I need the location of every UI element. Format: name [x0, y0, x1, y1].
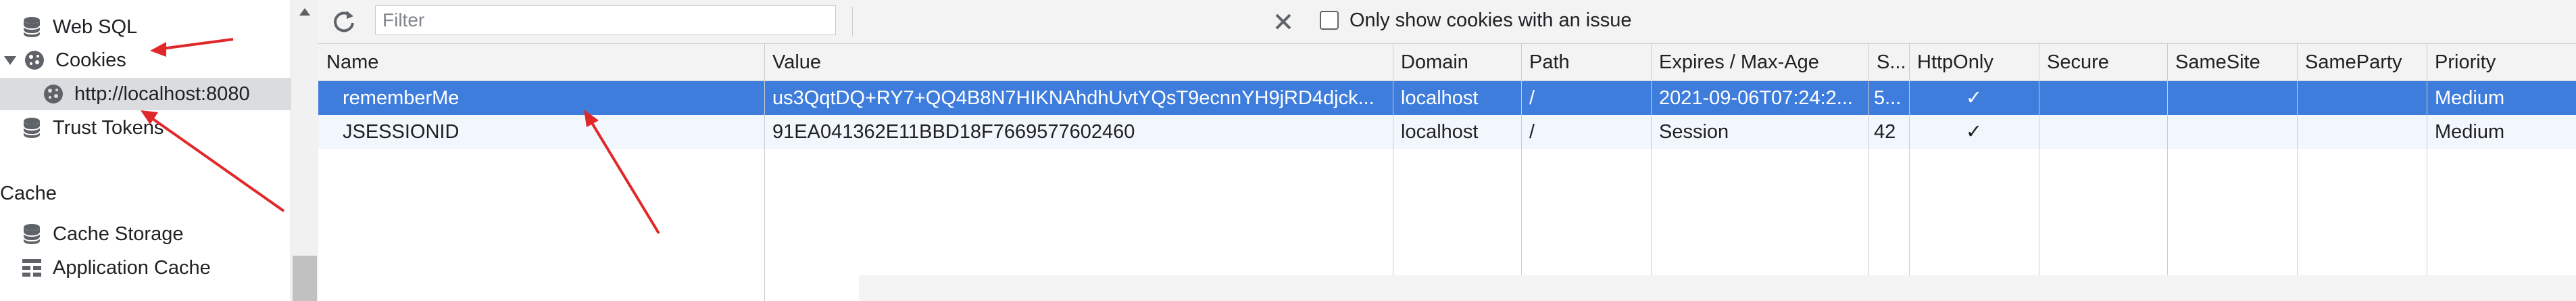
sidebar-item-label: Application Cache: [53, 256, 211, 279]
column-divider[interactable]: [2297, 44, 2298, 301]
sidebar-item-label: Cache Storage: [53, 223, 184, 245]
cookie-domain: localhost: [1401, 121, 1479, 143]
column-header-priority[interactable]: Priority: [2427, 44, 2576, 80]
database-icon: [20, 223, 43, 246]
cookie-secure: [2039, 81, 2167, 115]
filter-input[interactable]: [375, 5, 836, 35]
sidebar-item-localhost-cookies[interactable]: http://localhost:8080: [0, 78, 291, 110]
refresh-icon[interactable]: [330, 8, 357, 35]
clear-all-icon[interactable]: [1271, 9, 1295, 34]
table-row[interactable]: JSESSIONID 91EA041362E11BBD18F7669577602…: [318, 115, 2576, 149]
expand-arrow-icon[interactable]: [4, 55, 16, 65]
table-horizontal-scrollbar[interactable]: [859, 275, 2576, 301]
devtools-application-panel: Web SQL Cookies http://localhost:8080 Tr…: [0, 0, 2576, 301]
column-divider[interactable]: [1868, 44, 1869, 301]
cookie-icon: [42, 83, 65, 106]
cookie-size: 42: [1874, 121, 1896, 143]
database-icon: [20, 16, 43, 39]
cookie-icon: [23, 49, 46, 72]
column-divider[interactable]: [764, 44, 765, 301]
column-divider[interactable]: [1909, 44, 1910, 301]
cookie-size: 5...: [1874, 87, 1902, 109]
sidebar-scrollbar[interactable]: [291, 0, 318, 301]
cookie-sameparty: [2297, 81, 2427, 115]
sidebar-item-application-cache[interactable]: Application Cache: [20, 252, 211, 284]
cookie-path: /: [1529, 87, 1535, 109]
cookie-domain: localhost: [1401, 87, 1479, 109]
column-header-value[interactable]: Value: [764, 44, 1393, 80]
cookie-priority: Medium: [2435, 121, 2505, 143]
cookie-httponly-check: ✓: [1965, 121, 1983, 143]
cookie-httponly-check: ✓: [1965, 87, 1983, 109]
cookie-samesite: [2167, 115, 2297, 149]
column-header-path[interactable]: Path: [1521, 44, 1651, 80]
only-issues-checkbox[interactable]: [1320, 11, 1339, 30]
column-divider[interactable]: [1651, 44, 1652, 301]
application-sidebar: Web SQL Cookies http://localhost:8080 Tr…: [0, 0, 318, 301]
column-header-domain[interactable]: Domain: [1393, 44, 1521, 80]
sidebar-item-label: Trust Tokens: [53, 116, 164, 139]
column-divider[interactable]: [1521, 44, 1522, 301]
toolbar-divider: [852, 7, 853, 37]
column-header-sameparty[interactable]: SameParty: [2297, 44, 2427, 80]
cookie-path: /: [1529, 121, 1535, 143]
sidebar-item-label: http://localhost:8080: [74, 83, 250, 105]
database-icon: [20, 116, 43, 139]
sidebar-item-trust-tokens[interactable]: Trust Tokens: [20, 112, 164, 144]
column-header-samesite[interactable]: SameSite: [2167, 44, 2297, 80]
column-divider[interactable]: [2167, 44, 2168, 301]
cookie-expires: Session: [1659, 121, 1729, 143]
cookie-name: rememberMe: [343, 87, 460, 109]
cookies-table: Name Value Domain Path Expires / Max-Age…: [318, 44, 2576, 301]
cookie-priority: Medium: [2435, 87, 2505, 109]
column-header-httponly[interactable]: HttpOnly: [1909, 44, 2039, 80]
column-header-secure[interactable]: Secure: [2039, 44, 2167, 80]
cache-section-header: Cache: [0, 183, 57, 204]
table-row[interactable]: rememberMe us3QqtDQ+RY7+QQ4B8N7HIKNAhdhU…: [318, 81, 2576, 115]
watermark: [2392, 12, 2500, 32]
grid-icon: [20, 256, 43, 279]
scrollbar-thumb[interactable]: [293, 256, 317, 301]
sidebar-item-cache-storage[interactable]: Cache Storage: [20, 218, 183, 250]
column-header-name[interactable]: Name: [318, 44, 764, 80]
sidebar-item-label: Cookies: [55, 49, 126, 71]
sidebar-item-web-sql[interactable]: Web SQL: [20, 11, 137, 43]
cookie-value: us3QqtDQ+RY7+QQ4B8N7HIKNAhdhUvtYQsT9ecnn…: [772, 87, 1374, 109]
column-header-size[interactable]: S...: [1868, 44, 1909, 80]
cookie-expires: 2021-09-06T07:24:2...: [1659, 87, 1853, 109]
cookies-toolbar: Only show cookies with an issue: [318, 0, 2576, 44]
only-issues-label[interactable]: Only show cookies with an issue: [1349, 9, 1631, 32]
scroll-up-icon[interactable]: [299, 8, 310, 16]
cookie-name: JSESSIONID: [343, 121, 460, 143]
sidebar-item-cookies[interactable]: Cookies: [4, 44, 126, 76]
sidebar-item-label: Web SQL: [53, 16, 138, 38]
cookie-value: 91EA041362E11BBD18F7669577602460: [772, 121, 1135, 143]
table-header: Name Value Domain Path Expires / Max-Age…: [318, 44, 2576, 81]
cookie-sameparty: [2297, 115, 2427, 149]
column-header-expires[interactable]: Expires / Max-Age: [1651, 44, 1868, 80]
cookie-samesite: [2167, 81, 2297, 115]
cookie-secure: [2039, 115, 2167, 149]
